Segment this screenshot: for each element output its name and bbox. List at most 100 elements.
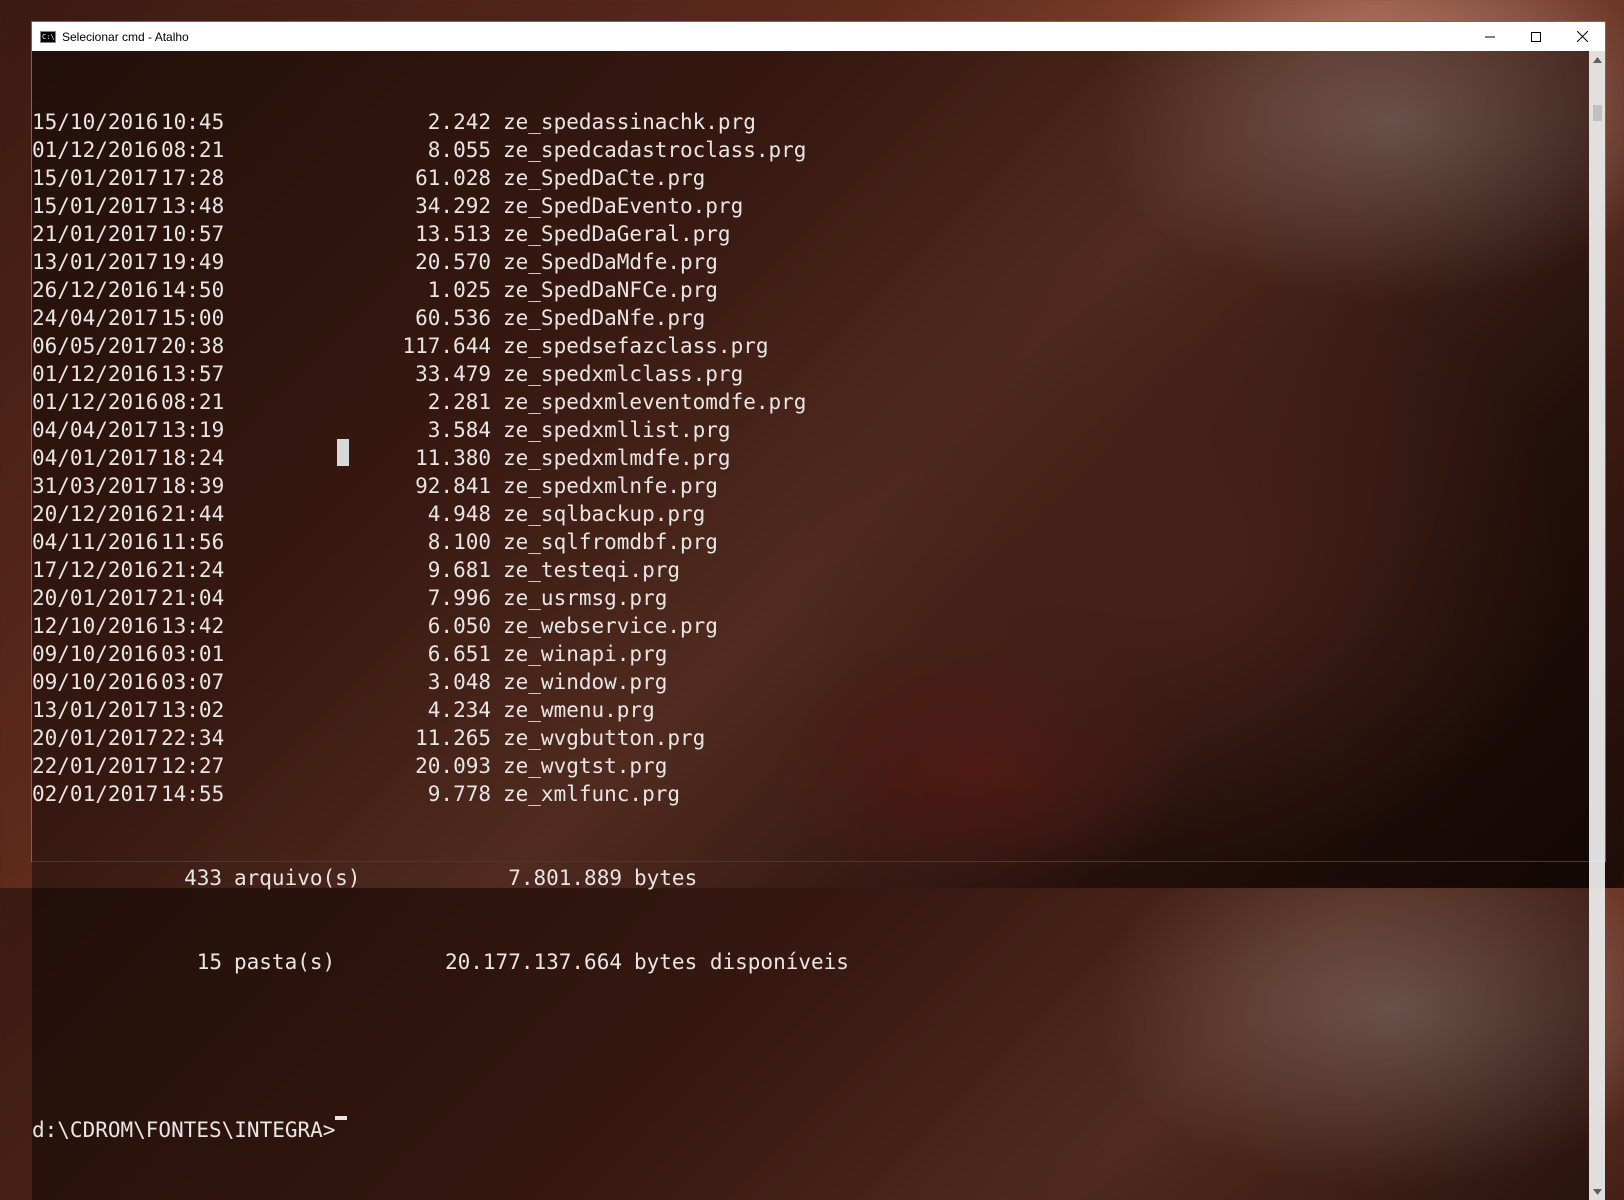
file-time: 12:27 bbox=[161, 754, 225, 778]
file-time: 14:50 bbox=[161, 278, 225, 302]
command-prompt: d:\CDROM\FONTES\INTEGRA> bbox=[32, 1118, 336, 1142]
file-time: 13:02 bbox=[161, 698, 225, 722]
file-date: 06/05/2017 bbox=[32, 334, 159, 358]
listing-row: 09/10/2016 03:07 3.048 ze_window.prg bbox=[32, 668, 1589, 696]
file-date: 04/04/2017 bbox=[32, 418, 159, 442]
file-size: 13.513 bbox=[415, 222, 491, 246]
close-icon bbox=[1576, 31, 1588, 42]
terminal-output[interactable]: 15/10/2016 10:45 2.242 ze_spedassinachk.prg… bbox=[32, 51, 1589, 1200]
file-name: ze_SpedDaEvento.prg bbox=[503, 194, 744, 218]
file-date: 09/10/2016 bbox=[32, 670, 159, 694]
minimize-button[interactable] bbox=[1467, 22, 1513, 51]
listing-row: 15/01/2017 17:28 61.028 ze_SpedDaCte.prg bbox=[32, 164, 1589, 192]
file-date: 09/10/2016 bbox=[32, 642, 159, 666]
file-date: 15/10/2016 bbox=[32, 110, 159, 134]
scroll-up-button[interactable] bbox=[1590, 51, 1605, 68]
file-time: 13:19 bbox=[161, 418, 225, 442]
file-time: 21:24 bbox=[161, 558, 225, 582]
file-date: 01/12/2016 bbox=[32, 138, 159, 162]
listing-row: 24/04/2017 15:00 60.536 ze_SpedDaNfe.prg bbox=[32, 304, 1589, 332]
listing-row: 09/10/2016 03:01 6.651 ze_winapi.prg bbox=[32, 640, 1589, 668]
file-time: 20:38 bbox=[161, 334, 225, 358]
file-time: 10:45 bbox=[161, 110, 225, 134]
file-date: 15/01/2017 bbox=[32, 194, 159, 218]
file-name: ze_sqlbackup.prg bbox=[503, 502, 706, 526]
file-name: ze_SpedDaNfe.prg bbox=[503, 306, 706, 330]
scrollbar-thumb[interactable] bbox=[1593, 105, 1602, 121]
file-size: 1.025 bbox=[427, 278, 491, 302]
listing-row: 01/12/2016 13:57 33.479 ze_spedxmlclass.prg bbox=[32, 360, 1589, 388]
listing-row: 21/01/2017 10:57 13.513 ze_SpedDaGeral.prg bbox=[32, 220, 1589, 248]
console-area[interactable]: 15/10/2016 10:45 2.242 ze_spedassinachk.prg… bbox=[32, 51, 1605, 1200]
file-date: 01/12/2016 bbox=[32, 362, 159, 386]
file-time: 13:42 bbox=[161, 614, 225, 638]
file-size: 9.778 bbox=[427, 782, 491, 806]
file-size: 20.570 bbox=[415, 250, 491, 274]
file-name: ze_SpedDaCte.prg bbox=[503, 166, 706, 190]
cmd-window[interactable]: Selecionar cmd - Atalho 15/10/201610:45 2… bbox=[31, 21, 1606, 1200]
file-name: ze_SpedDaMdfe.prg bbox=[503, 250, 718, 274]
file-time: 17:28 bbox=[161, 166, 225, 190]
file-name: ze_sqlfromdbf.prg bbox=[503, 530, 718, 554]
file-time: 18:39 bbox=[161, 474, 225, 498]
dirs-label: pasta(s) bbox=[234, 950, 336, 974]
file-date: 20/12/2016 bbox=[32, 502, 159, 526]
file-size: 117.644 bbox=[402, 334, 491, 358]
file-date: 20/01/2017 bbox=[32, 586, 159, 610]
file-size: 3.584 bbox=[427, 418, 491, 442]
selection-cursor bbox=[337, 439, 349, 466]
listing-row: 15/01/2017 13:48 34.292 ze_SpedDaEvento.prg bbox=[32, 192, 1589, 220]
file-name: ze_spedcadastroclass.prg bbox=[503, 138, 807, 162]
dirs-unit: bytes disponíveis bbox=[634, 950, 849, 974]
minimize-icon bbox=[1485, 36, 1495, 37]
file-name: ze_xmlfunc.prg bbox=[503, 782, 681, 806]
file-size: 4.234 bbox=[427, 698, 491, 722]
file-size: 11.265 bbox=[415, 726, 491, 750]
listing-row: 06/05/2017 20:38 117.644 ze_spedsefazclass.… bbox=[32, 332, 1589, 360]
file-date: 01/12/2016 bbox=[32, 390, 159, 414]
listing-row: 22/01/2017 12:27 20.093 ze_wvgtst.prg bbox=[32, 752, 1589, 780]
file-date: 13/01/2017 bbox=[32, 250, 159, 274]
file-size: 8.100 bbox=[427, 530, 491, 554]
file-name: ze_spedsefazclass.prg bbox=[503, 334, 769, 358]
file-name: ze_testeqi.prg bbox=[503, 558, 681, 582]
file-size: 33.479 bbox=[415, 362, 491, 386]
listing-row: 01/12/2016 08:21 8.055 ze_spedcadastroclass… bbox=[32, 136, 1589, 164]
dirs-count: 15 bbox=[196, 950, 222, 974]
file-size: 6.651 bbox=[427, 642, 491, 666]
maximize-button[interactable] bbox=[1513, 22, 1559, 51]
vertical-scrollbar[interactable] bbox=[1589, 51, 1605, 1200]
file-name: ze_spedassinachk.prg bbox=[503, 110, 756, 134]
file-time: 10:57 bbox=[161, 222, 225, 246]
file-date: 24/04/2017 bbox=[32, 306, 159, 330]
cmd-icon bbox=[40, 30, 56, 43]
file-time: 03:01 bbox=[161, 642, 225, 666]
command-prompt-line[interactable]: d:\CDROM\FONTES\INTEGRA> bbox=[32, 1116, 1589, 1144]
file-date: 13/01/2017 bbox=[32, 698, 159, 722]
listing-row: 13/01/2017 19:49 20.570 ze_SpedDaMdfe.prg bbox=[32, 248, 1589, 276]
file-date: 15/01/2017 bbox=[32, 166, 159, 190]
file-time: 13:48 bbox=[161, 194, 225, 218]
file-time: 08:21 bbox=[161, 138, 225, 162]
file-size: 2.242 bbox=[427, 110, 491, 134]
listing-row: 04/11/2016 11:56 8.100 ze_sqlfromdbf.prg bbox=[32, 528, 1589, 556]
file-size: 4.948 bbox=[427, 502, 491, 526]
file-date: 02/01/2017 bbox=[32, 782, 159, 806]
dirs-bytes: 20.177.137.664 bbox=[444, 950, 622, 974]
file-time: 08:21 bbox=[161, 390, 225, 414]
window-title: Selecionar cmd - Atalho bbox=[62, 29, 189, 44]
file-size: 60.536 bbox=[415, 306, 491, 330]
close-button[interactable] bbox=[1559, 22, 1605, 51]
file-name: ze_spedxmlnfe.prg bbox=[503, 474, 718, 498]
file-name: ze_SpedDaNFCe.prg bbox=[503, 278, 718, 302]
file-time: 14:55 bbox=[161, 782, 225, 806]
title-bar[interactable]: Selecionar cmd - Atalho bbox=[32, 22, 1605, 51]
file-name: ze_window.prg bbox=[503, 670, 668, 694]
file-name: ze_spedxmleventomdfe.prg bbox=[503, 390, 807, 414]
scroll-down-button[interactable] bbox=[1590, 1183, 1605, 1200]
listing-row: 26/12/2016 14:50 1.025 ze_SpedDaNFCe.prg bbox=[32, 276, 1589, 304]
listing-row: 13/01/2017 13:02 4.234 ze_wmenu.prg bbox=[32, 696, 1589, 724]
file-date: 04/11/2016 bbox=[32, 530, 159, 554]
file-date: 12/10/2016 bbox=[32, 614, 159, 638]
scroll-up-icon bbox=[1593, 56, 1602, 63]
